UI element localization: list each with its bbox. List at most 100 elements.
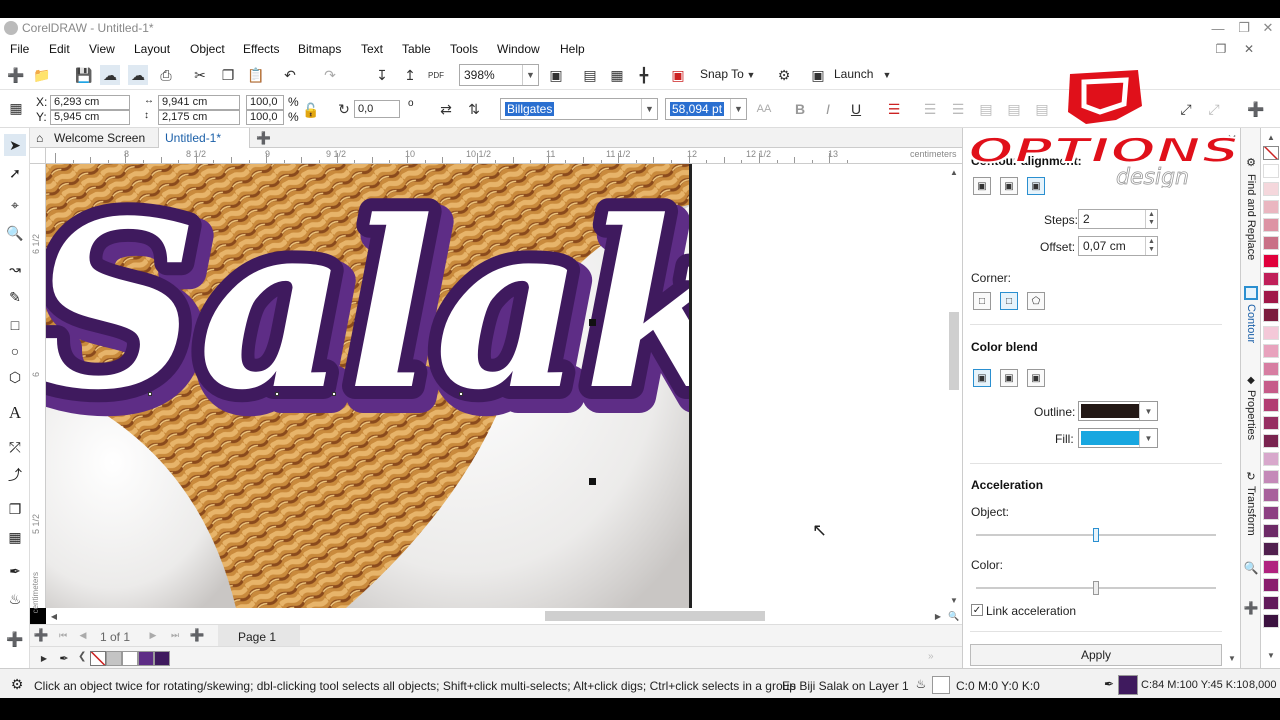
close-icon[interactable]: ✕ [1254,19,1280,37]
horizontal-ruler[interactable]: 8 8 1/2 9 9 1/2 10 10 1/2 11 11 1/2 12 1… [46,148,962,164]
italic-icon[interactable]: I [818,99,838,119]
menu-table[interactable]: Table [402,42,431,56]
no-fill-swatch[interactable] [1263,146,1279,160]
spin-arrows-icon[interactable]: ▲ ▼ [1145,210,1157,228]
steps-field[interactable]: 2 ▲ ▼ [1078,209,1158,229]
palette-eyedropper-icon[interactable]: ✒ [56,650,72,666]
palette-color-swatch[interactable] [1263,218,1279,232]
fill-color-picker[interactable]: ▼ [1078,428,1158,448]
palette-swatch[interactable] [122,651,138,666]
tab-contour[interactable]: Contour [1242,304,1260,354]
tab-transform[interactable]: Transform [1242,486,1260,546]
palette-color-swatch[interactable] [1263,596,1279,610]
x-position-field[interactable]: 6,293 cm [50,95,130,110]
palette-color-swatch[interactable] [1263,380,1279,394]
cloud-upload-icon[interactable]: ☁ [128,65,148,85]
object-origin-icon[interactable]: ▦ [4,98,28,118]
connector-tool-icon[interactable]: ⤴ [4,464,26,486]
clockwise-color-blend-icon[interactable]: ▣ [1000,369,1018,387]
link-acceleration-checkbox[interactable]: ✓ [971,604,983,616]
palette-color-swatch[interactable] [1263,344,1279,358]
snap-dropdown-icon[interactable]: ▼ [744,65,758,85]
lock-ratio-icon[interactable]: 🔓 [302,100,319,120]
offset-field[interactable]: 0,07 cm ▲ ▼ [1078,236,1158,256]
round-corner-icon[interactable]: □ [1000,292,1018,310]
palette-color-swatch[interactable] [1263,236,1279,250]
menu-object[interactable]: Object [190,42,225,56]
palette-swatch[interactable] [138,651,154,666]
tab-properties[interactable]: Properties [1242,390,1260,450]
shape-tool-icon[interactable]: ➚ [4,162,26,184]
add-page-before-icon[interactable]: ➕ [34,628,49,642]
vertical-scrollbar[interactable]: ▲ ▼ [946,164,962,608]
menu-tools[interactable]: Tools [450,42,478,56]
new-document-icon[interactable]: ➕ [6,65,26,85]
cloud-download-icon[interactable]: ☁ [100,65,120,85]
ellipse-tool-icon[interactable]: ○ [4,340,26,362]
selection-handle[interactable] [589,478,596,485]
pick-tool-icon[interactable]: ➤ [4,134,26,156]
height-field[interactable]: 2,175 cm [158,110,240,125]
drop-shadow-tool-icon[interactable]: ❐ [4,498,26,520]
next-page-icon[interactable]: ▶ [146,628,160,642]
launch-dropdown-icon[interactable]: ▼ [880,65,894,85]
scroll-left-icon[interactable]: ◀ [48,610,60,622]
fill-color-indicator[interactable] [932,676,950,694]
vertical-scroll-thumb[interactable] [949,312,959,390]
add-icon[interactable]: ➕ [1246,99,1266,119]
full-screen-icon[interactable]: ▣ [546,65,566,85]
object-acceleration-slider[interactable] [976,528,1216,542]
add-page-after-icon[interactable]: ➕ [190,628,205,642]
artwork-bitmap[interactable]: Salak Salak Salak [46,164,692,608]
palette-swatch[interactable] [106,651,122,666]
mitered-corner-icon[interactable]: □ [973,292,991,310]
palette-scroll-down-icon[interactable]: ▼ [1265,650,1277,660]
scroll-right-icon[interactable]: ▶ [932,610,944,622]
palette-swatch[interactable] [154,651,170,666]
first-page-icon[interactable]: ⏮ [56,628,70,642]
text-tool-icon[interactable]: A [4,402,26,424]
menu-edit[interactable]: Edit [49,42,70,56]
path-node[interactable] [148,392,152,396]
font-size-combo[interactable]: 58,094 pt ▼ [665,98,747,120]
page-tab-1[interactable]: Page 1 [218,625,300,647]
text-alignment-icon[interactable]: ☰ [884,99,904,119]
publish-pdf-icon[interactable]: PDF [426,65,446,85]
chevron-down-icon[interactable]: ▼ [1139,429,1157,447]
rotation-field[interactable]: 0,0 [354,100,400,118]
save-icon[interactable]: 💾 [74,65,94,85]
print-icon[interactable]: ⎙ [156,65,176,85]
chevron-down-icon[interactable]: ▼ [1139,402,1157,420]
palette-scroll-up-icon[interactable]: ▲ [1265,132,1277,142]
zoom-tool-icon[interactable]: 🔍 [4,222,26,244]
menu-text[interactable]: Text [361,42,383,56]
linear-color-blend-icon[interactable]: ▣ [973,369,991,387]
chevron-down-icon[interactable]: ▼ [522,65,538,85]
chevron-down-icon[interactable]: ▼ [730,99,746,119]
tab-untitled-1[interactable]: Untitled-1* [158,128,250,148]
selection-handle[interactable] [589,319,596,326]
add-docker-icon[interactable]: ➕ [1243,600,1259,616]
palette-color-swatch[interactable] [1263,164,1279,178]
scroll-up-icon[interactable]: ▲ [948,166,960,178]
palette-color-swatch[interactable] [1263,362,1279,376]
menu-bitmaps[interactable]: Bitmaps [298,42,341,56]
zoom-level-combo[interactable]: 398% ▼ [459,64,539,86]
scale-y-field[interactable]: 100,0 [246,110,284,125]
undo-icon[interactable]: ↶ [280,65,300,85]
palette-color-swatch[interactable] [1263,488,1279,502]
drawing-canvas[interactable]: Salak Salak Salak ↖ [46,164,946,608]
application-launcher-icon[interactable]: ▣ [808,65,828,85]
new-tab-icon[interactable]: ➕ [250,128,277,148]
add-tool-icon[interactable]: ➕ [4,628,26,650]
crop-tool-icon[interactable]: ⌖ [4,194,26,216]
spin-arrows-icon[interactable]: ▲ ▼ [1145,237,1157,255]
options-gear-icon[interactable]: ⚙ [774,65,794,85]
status-settings-gear-icon[interactable]: ⚙ [8,675,26,693]
palette-scroll-right-icon[interactable]: » [928,651,934,662]
prev-page-icon[interactable]: ◀ [76,628,90,642]
palette-color-swatch[interactable] [1263,524,1279,538]
palette-color-swatch[interactable] [1263,398,1279,412]
minimize-icon[interactable]: — [1204,19,1232,37]
zoom-navigator-icon[interactable]: 🔍 [948,610,960,622]
